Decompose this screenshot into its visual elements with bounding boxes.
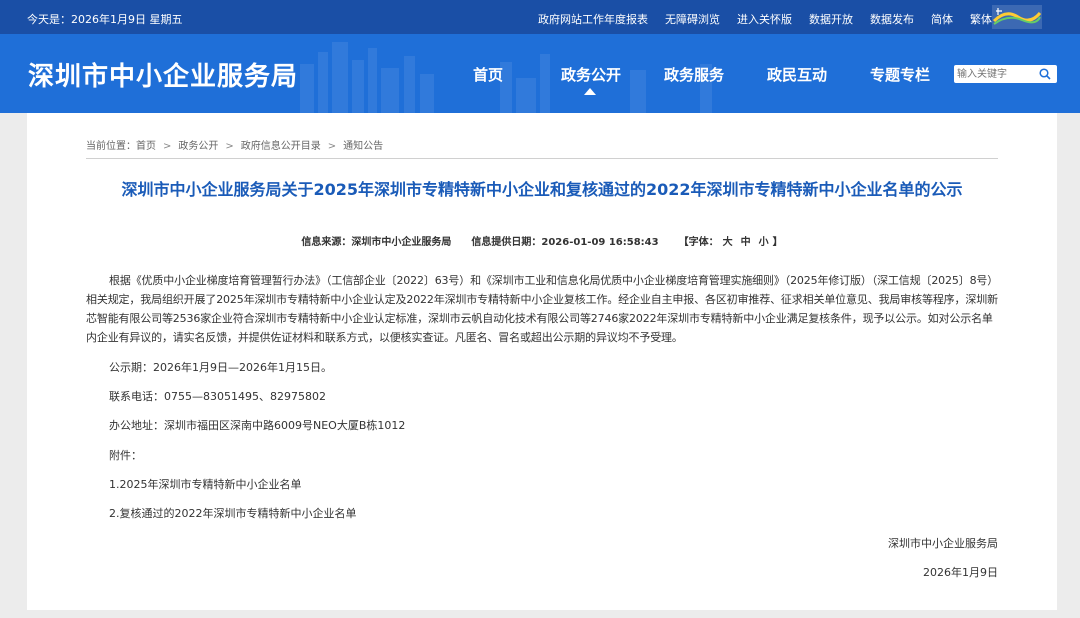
breadcrumb-info-catalog[interactable]: 政府信息公开目录 [241,141,321,152]
date-value: 2026-01-09 16:58:43 [541,237,659,248]
accessibility-link[interactable]: 无障碍浏览 [665,11,720,27]
article-paragraph: 根据《优质中小企业梯度培育管理暂行办法》（工信部企业〔2022〕63号）和《深圳… [86,274,998,344]
main-nav: 首页 政务公开 政务服务 政民互动 专题专栏 [0,34,1080,113]
nav-home[interactable]: 首页 [473,64,503,85]
attachments-label: 附件： [109,449,142,462]
article-meta: 信息来源：深圳市中小企业服务局 信息提供日期：2026-01-09 16:58:4… [86,233,998,248]
article-container: 当前位置：首页 > 政务公开 > 政府信息公开目录 > 通知公告 深圳市中小企业服务局关于2… [27,113,1057,610]
nav-special-topics[interactable]: 专题专栏 [870,64,930,85]
traditional-chinese-link[interactable]: 繁体 [970,11,992,27]
source-label: 信息来源： [301,237,352,248]
shenzhen-logo-icon [992,5,1042,29]
open-data-link[interactable]: 数据开放 [809,11,853,27]
contact-phone: 联系电话：0755—83051495、82975802 [109,390,326,403]
signature-org: 深圳市中小企业服务局 [888,537,998,550]
breadcrumb-separator: > [327,141,337,152]
signature-date: 2026年1月9日 [923,566,998,579]
care-mode-link[interactable]: 进入关怀版 [737,11,792,27]
breadcrumb-prefix: 当前位置： [86,141,136,152]
publicity-period: 公示期：2026年1月9日—2026年1月15日。 [109,361,332,374]
font-size-small-button[interactable]: 小 [759,237,769,248]
breadcrumb-home[interactable]: 首页 [136,141,156,152]
article-title: 深圳市中小企业服务局关于2025年深圳市专精特新中小企业和复核通过的2022年深… [121,180,963,199]
active-nav-indicator [584,88,596,95]
attachment-link-2[interactable]: 2.复核通过的2022年深圳市专精特新中小企业名单 [109,505,357,521]
breadcrumb-divider [86,158,998,159]
font-size-medium-button[interactable]: 中 [741,237,751,248]
top-utility-bar: 今天是：2026年1月9日 星期五 政府网站工作年度报表 无障碍浏览 进入关怀版… [0,0,1080,34]
top-links: 政府网站工作年度报表 无障碍浏览 进入关怀版 数据开放 数据发布 简体 繁体 [538,11,992,27]
nav-public-interaction[interactable]: 政民互动 [767,64,827,85]
nav-gov-affairs-public[interactable]: 政务公开 [561,64,621,85]
breadcrumb-gov-affairs-public[interactable]: 政务公开 [178,141,218,152]
search-input[interactable] [954,65,1036,83]
nav-gov-services[interactable]: 政务服务 [664,64,724,85]
font-size-large-button[interactable]: 大 [723,237,733,248]
breadcrumb-separator: > [163,141,172,152]
breadcrumb-notices[interactable]: 通知公告 [343,141,383,152]
font-size-label: 【字体： [678,237,719,248]
breadcrumb: 当前位置：首页 > 政务公开 > 政府信息公开目录 > 通知公告 [86,137,383,152]
simplified-chinese-link[interactable]: 简体 [931,11,953,27]
search-icon[interactable] [1039,68,1051,80]
search-box [954,65,1057,83]
source-value: 深圳市中小企业服务局 [351,237,452,248]
annual-report-link[interactable]: 政府网站工作年度报表 [538,11,648,27]
site-header: 深圳市中小企业服务局 首页 政务公开 政务服务 政民互动 专题专栏 [0,34,1080,113]
data-release-link[interactable]: 数据发布 [870,11,914,27]
font-size-close: 】 [772,237,783,248]
date-label: 信息提供日期： [471,237,542,248]
attachment-link-1[interactable]: 1.2025年深圳市专精特新中小企业名单 [109,476,302,492]
office-address: 办公地址：深圳市福田区深南中路6009号NEO大厦B栋1012 [109,419,406,432]
breadcrumb-separator: > [225,141,234,152]
today-date: 今天是：2026年1月9日 星期五 [27,13,183,26]
